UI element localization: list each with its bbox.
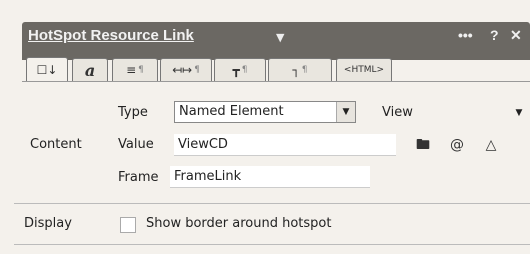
title-bar: HotSpot Resource Link ▼ ••• ? ✕: [22, 22, 530, 60]
tab-paragraph[interactable]: ≡ ¶: [112, 58, 158, 81]
frame-field[interactable]: FrameLink: [170, 166, 370, 188]
chevron-down-icon[interactable]: ▼: [336, 102, 355, 122]
tab-basics-icon: ☐↓: [36, 63, 58, 77]
folder-icon[interactable]: 🖿: [412, 134, 434, 156]
tab-border[interactable]: ┐ ¶: [268, 58, 332, 81]
help-icon[interactable]: ?: [490, 27, 499, 43]
display-section-label: Display: [24, 216, 72, 231]
paragraph-icon: ≡: [126, 63, 137, 77]
at-icon[interactable]: @: [446, 134, 468, 156]
type-select-value: Named Element: [179, 104, 284, 119]
tab-font[interactable]: a: [72, 58, 108, 81]
frame-label: Frame: [118, 170, 159, 185]
title-dropdown-icon[interactable]: ▼: [276, 31, 284, 44]
content-section-label: Content: [30, 137, 82, 152]
pilcrow-icon: ¶: [301, 65, 308, 75]
bottom-divider: [14, 244, 530, 245]
tab-html[interactable]: <HTML>: [336, 58, 392, 81]
tab-alignment[interactable]: ↤↦ ¶: [160, 58, 212, 81]
tab-panel-border: [22, 81, 530, 82]
value-field-text: ViewCD: [178, 137, 228, 152]
window-title: HotSpot Resource Link: [28, 27, 194, 44]
view-select-value: View: [382, 105, 413, 120]
border-icon: ┐: [292, 63, 300, 77]
chevron-down-icon[interactable]: ▼: [510, 103, 528, 123]
close-icon[interactable]: ✕: [510, 27, 522, 44]
show-border-label: Show border around hotspot: [146, 216, 332, 231]
section-divider: [14, 203, 530, 204]
pilcrow-icon: ¶: [241, 65, 248, 75]
margins-icon: ┳: [232, 63, 240, 77]
type-select[interactable]: Named Element ▼: [174, 101, 356, 123]
link-icon[interactable]: △: [480, 134, 502, 156]
property-tabs: ☐↓ a ≡ ¶ ↤↦ ¶ ┳ ¶ ┐ ¶ <HTML>: [22, 57, 530, 82]
alignment-icon: ↤↦: [172, 63, 193, 77]
value-field[interactable]: ViewCD: [174, 134, 396, 156]
type-label: Type: [118, 105, 148, 120]
frame-field-text: FrameLink: [174, 169, 242, 184]
minimize-icon[interactable]: •••: [458, 27, 473, 43]
tab-basics[interactable]: ☐↓: [26, 57, 68, 82]
pilcrow-icon: ¶: [194, 65, 200, 75]
view-select[interactable]: View ▼: [378, 103, 528, 125]
pilcrow-icon: ¶: [138, 65, 144, 75]
tab-margins[interactable]: ┳ ¶: [214, 58, 266, 81]
value-label: Value: [118, 137, 154, 152]
show-border-checkbox[interactable]: [120, 217, 136, 233]
tab-font-icon: a: [84, 60, 96, 80]
html-tab-label: <HTML>: [343, 65, 385, 75]
